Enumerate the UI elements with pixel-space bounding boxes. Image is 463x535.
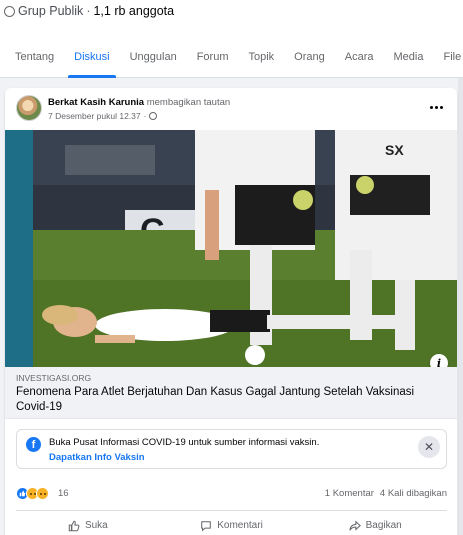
comment-label: Komentari xyxy=(217,520,263,531)
tab-topik[interactable]: Topik xyxy=(238,36,284,78)
more-options-icon[interactable] xyxy=(426,100,446,114)
comment-icon xyxy=(201,520,212,531)
reactions-row: 16 1 Komentar 4 Kali dibagikan xyxy=(5,484,457,504)
tab-forum[interactable]: Forum xyxy=(187,36,239,78)
share-button[interactable]: Bagikan xyxy=(303,511,447,535)
football-photo: C SX xyxy=(5,130,457,367)
group-meta: Grup Publik · 1,1 rb anggota xyxy=(4,4,174,18)
tab-tentang[interactable]: Tentang xyxy=(0,36,64,78)
meta-separator: · xyxy=(86,4,91,18)
post-action-text: membagikan tautan xyxy=(146,97,231,108)
member-count[interactable]: 1,1 rb anggota xyxy=(93,4,174,18)
tab-file[interactable]: File xyxy=(433,36,463,78)
tab-diskusi[interactable]: Diskusi xyxy=(64,36,119,78)
tab-acara[interactable]: Acara xyxy=(335,36,384,78)
like-button[interactable]: Suka xyxy=(16,511,160,535)
wow-icon xyxy=(36,487,49,500)
post-action-bar: Suka Komentari Bagikan xyxy=(16,510,447,535)
covid-info-link[interactable]: Dapatkan Info Vaksin xyxy=(49,452,145,463)
group-tabs: Tentang Diskusi Unggulan Forum Topik Ora… xyxy=(0,36,463,78)
reaction-icons[interactable] xyxy=(16,487,49,500)
svg-text:SX: SX xyxy=(385,142,404,158)
post-card: Berkat Kasih Karunia membagikan tautan 7… xyxy=(5,88,457,535)
tab-orang[interactable]: Orang xyxy=(284,36,335,78)
post-header: Berkat Kasih Karunia membagikan tautan 7… xyxy=(5,88,457,130)
comment-button[interactable]: Komentari xyxy=(160,511,304,535)
reaction-count[interactable]: 16 xyxy=(58,488,69,499)
covid-info-notice: f Buka Pusat Informasi COVID-19 untuk su… xyxy=(16,429,447,469)
post-timestamp[interactable]: 7 Desember pukul 12.37 xyxy=(48,111,141,121)
group-header: Grup Publik · 1,1 rb anggota Tentang Dis… xyxy=(0,0,463,78)
like-label: Suka xyxy=(84,520,108,531)
tab-unggulan[interactable]: Unggulan xyxy=(120,36,187,78)
globe-icon xyxy=(4,5,15,17)
scrollbar-track[interactable] xyxy=(458,78,463,535)
thumbs-up-icon xyxy=(68,520,80,531)
link-preview[interactable]: INVESTIGASI.ORG Fenomena Para Atlet Berj… xyxy=(5,367,457,419)
facebook-icon: f xyxy=(26,437,41,452)
author-name[interactable]: Berkat Kasih Karunia xyxy=(48,97,144,108)
link-domain: INVESTIGASI.ORG xyxy=(16,373,92,383)
comment-count[interactable]: 1 Komentar xyxy=(325,488,374,499)
group-privacy: Grup Publik xyxy=(18,4,84,18)
author-avatar[interactable] xyxy=(16,95,42,121)
author-line: Berkat Kasih Karunia membagikan tautan xyxy=(48,97,230,108)
covid-notice-text: Buka Pusat Informasi COVID-19 untuk sumb… xyxy=(49,437,320,448)
share-count[interactable]: 4 Kali dibagikan xyxy=(380,488,447,499)
post-meta-separator: · xyxy=(143,111,147,121)
engagement-counts: 1 Komentar 4 Kali dibagikan xyxy=(325,488,447,499)
tab-media[interactable]: Media xyxy=(384,36,434,78)
audience-globe-icon xyxy=(149,112,158,120)
link-title[interactable]: Fenomena Para Atlet Berjatuhan Dan Kasus… xyxy=(16,385,436,415)
share-label: Bagikan xyxy=(365,520,402,531)
share-icon xyxy=(348,520,361,531)
link-preview-image[interactable]: C SX xyxy=(5,130,457,367)
post-meta: 7 Desember pukul 12.37 · xyxy=(48,111,158,121)
close-icon[interactable]: ✕ xyxy=(418,436,440,458)
